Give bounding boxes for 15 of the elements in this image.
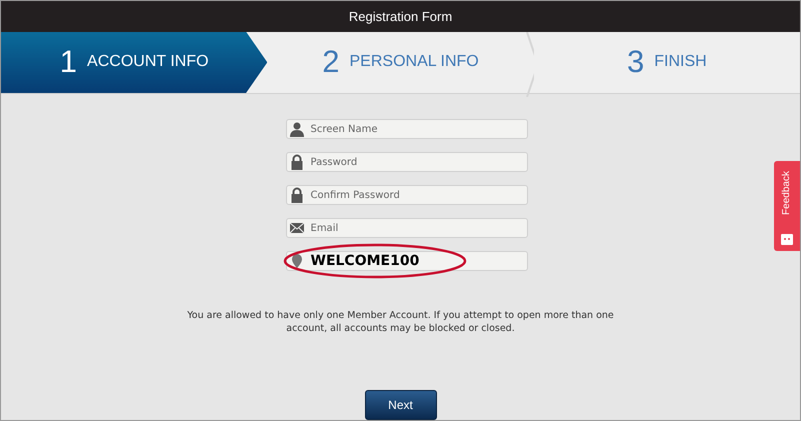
window-title: Registration Form	[1, 1, 800, 32]
lock-icon	[288, 187, 304, 203]
input-field[interactable]: Password	[286, 152, 528, 172]
input-field[interactable]: Confirm Password	[286, 185, 528, 205]
smiley-icon	[781, 234, 793, 245]
feedback-tab[interactable]: Feedback	[774, 161, 800, 251]
mail-icon	[288, 220, 304, 236]
input-field[interactable]: WELCOME100	[286, 251, 528, 271]
next-button[interactable]: Next	[364, 390, 436, 420]
notice-text: You are allowed to have only one Member Account. If you attempt to open more than one account, all accounts may be blocked or closed.	[186, 309, 615, 335]
input-field[interactable]: Email	[286, 218, 528, 238]
input-field[interactable]: Screen Name	[286, 119, 528, 139]
person-icon	[288, 121, 304, 137]
lock-icon	[288, 154, 304, 170]
step-tab[interactable]: 1 ACCOUNT INFO	[1, 32, 268, 93]
